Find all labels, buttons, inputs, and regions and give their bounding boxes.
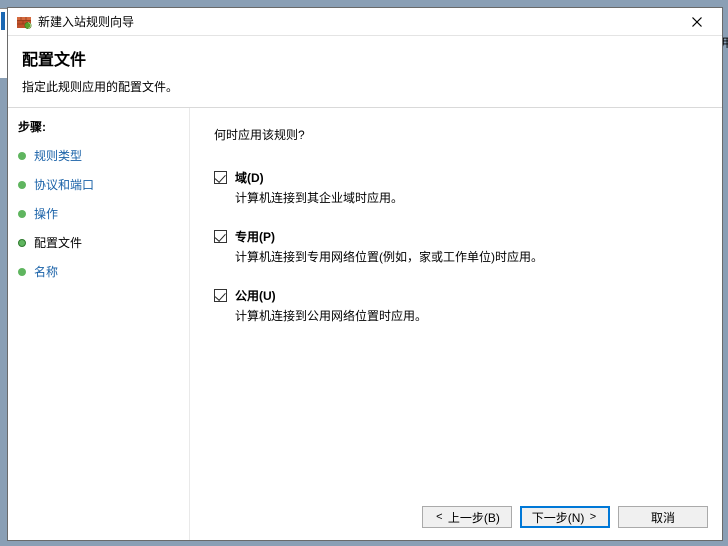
sidebar-heading: 步骤: (18, 118, 181, 135)
step-profile[interactable]: 配置文件 (16, 230, 181, 255)
wizard-sidebar: 步骤: 规则类型 协议和端口 操作 配置文件 名称 (8, 108, 190, 540)
step-label: 协议和端口 (34, 176, 94, 193)
option-private-desc: 计算机连接到专用网络位置(例如，家或工作单位)时应用。 (235, 248, 698, 265)
option-private: 专用(P) 计算机连接到专用网络位置(例如，家或工作单位)时应用。 (214, 228, 698, 265)
checkbox-domain[interactable] (214, 171, 227, 184)
step-bullet-icon (18, 152, 26, 160)
option-domain-desc: 计算机连接到其企业域时应用。 (235, 189, 698, 206)
wizard-header: 配置文件 指定此规则应用的配置文件。 (8, 36, 722, 107)
wizard-content: 何时应用该规则? 域(D) 计算机连接到其企业域时应用。 专用(P) 计算机连接… (190, 108, 722, 540)
wizard-body: 步骤: 规则类型 协议和端口 操作 配置文件 名称 何时应用该规则? 域(D) … (8, 107, 722, 540)
window-title: 新建入站规则向导 (38, 13, 676, 30)
step-label: 操作 (34, 205, 58, 222)
step-name[interactable]: 名称 (16, 259, 181, 284)
checkbox-public[interactable] (214, 289, 227, 302)
step-bullet-icon (18, 181, 26, 189)
back-button[interactable]: < 上一步(B) (422, 506, 512, 528)
next-label: 下一步(N) (532, 509, 585, 526)
step-label: 配置文件 (34, 234, 82, 251)
option-public-label[interactable]: 公用(U) (235, 287, 276, 304)
option-private-label[interactable]: 专用(P) (235, 228, 275, 245)
step-bullet-icon (18, 210, 26, 218)
chevron-right-icon: > (590, 511, 596, 523)
chevron-left-icon: < (436, 511, 442, 523)
option-domain-label[interactable]: 域(D) (235, 169, 264, 186)
step-bullet-icon (18, 268, 26, 276)
wizard-footer: < 上一步(B) 下一步(N) > 取消 (422, 506, 708, 528)
step-bullet-icon (18, 239, 26, 247)
option-domain: 域(D) 计算机连接到其企业域时应用。 (214, 169, 698, 206)
content-prompt: 何时应用该规则? (214, 126, 698, 143)
step-label: 规则类型 (34, 147, 82, 164)
page-subtitle: 指定此规则应用的配置文件。 (22, 78, 708, 95)
step-protocol-port[interactable]: 协议和端口 (16, 172, 181, 197)
close-icon (692, 17, 702, 27)
option-public-desc: 计算机连接到公用网络位置时应用。 (235, 307, 698, 324)
step-rule-type[interactable]: 规则类型 (16, 143, 181, 168)
page-title: 配置文件 (22, 46, 708, 70)
wizard-window: 新建入站规则向导 配置文件 指定此规则应用的配置文件。 步骤: 规则类型 协议和… (7, 7, 723, 541)
cancel-button[interactable]: 取消 (618, 506, 708, 528)
checkbox-private[interactable] (214, 230, 227, 243)
close-button[interactable] (676, 10, 718, 34)
back-label: 上一步(B) (448, 509, 500, 526)
option-public: 公用(U) 计算机连接到公用网络位置时应用。 (214, 287, 698, 324)
background-selection (1, 12, 5, 30)
firewall-icon (16, 14, 32, 30)
next-button[interactable]: 下一步(N) > (520, 506, 610, 528)
step-action[interactable]: 操作 (16, 201, 181, 226)
step-label: 名称 (34, 263, 58, 280)
titlebar: 新建入站规则向导 (8, 8, 722, 36)
